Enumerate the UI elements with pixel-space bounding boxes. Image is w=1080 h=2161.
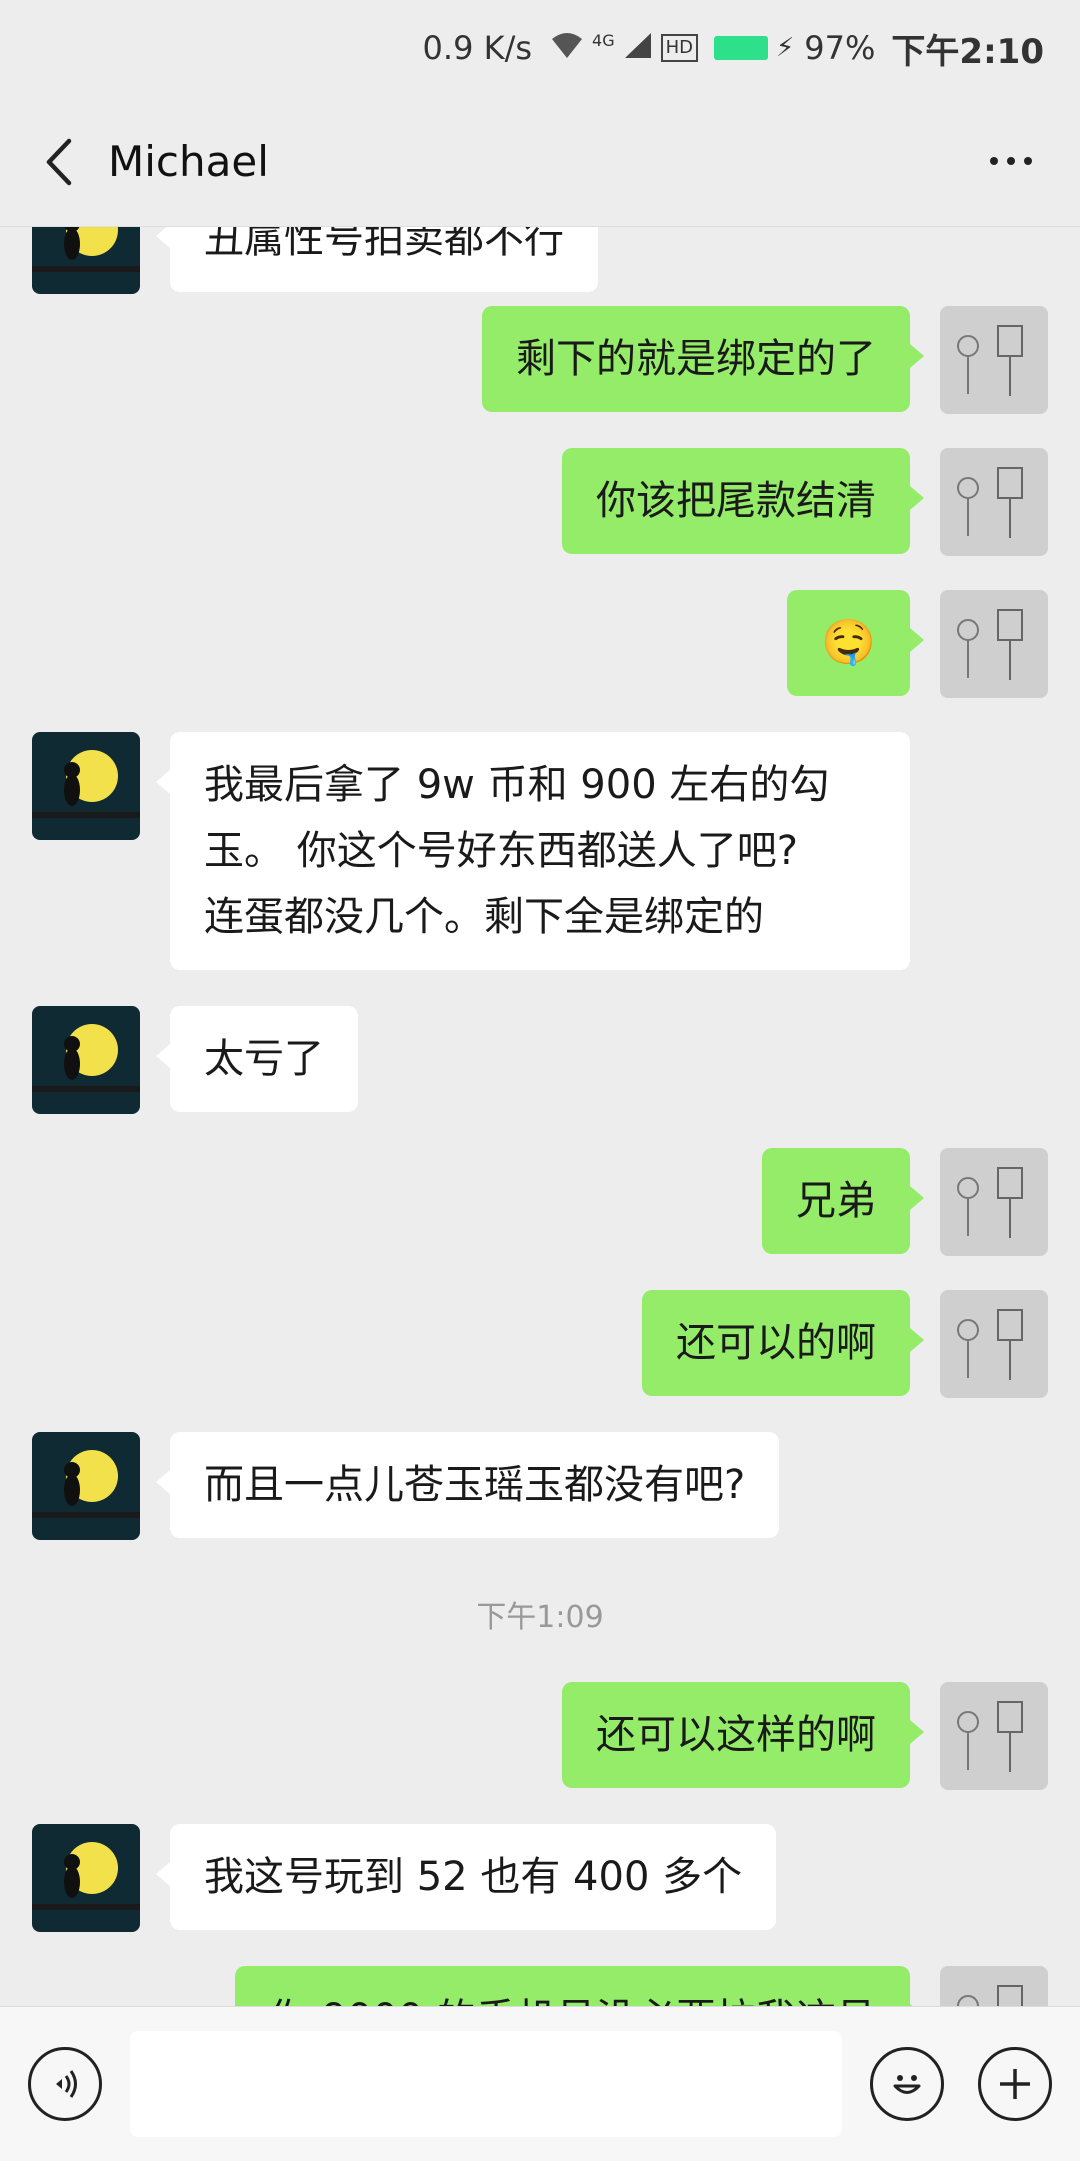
message-bubble-outgoing[interactable]: 剩下的就是绑定的了 xyxy=(482,306,924,412)
status-indicators: 0.9 K/s 4G HD ⚡ 97% 下午2:10 xyxy=(422,26,1044,72)
input-bar xyxy=(0,2006,1080,2161)
my-avatar[interactable] xyxy=(940,448,1048,556)
my-avatar[interactable] xyxy=(940,1148,1048,1256)
voice-icon xyxy=(56,2070,77,2098)
my-avatar[interactable] xyxy=(940,1682,1048,1790)
message-bubble-outgoing[interactable]: 兄弟 xyxy=(762,1148,924,1254)
signal-icon xyxy=(623,29,653,67)
message-timestamp: 下午1:09 xyxy=(476,1600,604,1635)
message-bubble-outgoing[interactable]: 还可以这样的啊 xyxy=(562,1682,924,1788)
battery-icon xyxy=(714,36,769,60)
status-bar: 0.9 K/s 4G HD ⚡ 97% 下午2:10 xyxy=(0,0,1080,96)
message-line: 连蛋都没几个。剩下全是绑定的 xyxy=(204,894,764,940)
message-line: 玉。 你这个号好东西都送人了吧? xyxy=(204,828,798,874)
back-button[interactable] xyxy=(30,132,90,192)
message-bubble-outgoing[interactable]: 你该把尾款结清 xyxy=(562,448,924,554)
wifi-icon xyxy=(550,29,584,67)
more-dots-icon xyxy=(990,157,998,165)
more-button[interactable] xyxy=(976,136,1046,186)
network-speed: 0.9 K/s xyxy=(422,29,533,67)
contact-avatar[interactable] xyxy=(32,732,140,840)
message-list[interactable]: 丑属性号拍卖都不行 剩下的就是绑定的了 你该把尾款结清 🤤 我最后拿了 9w 币… xyxy=(0,226,1080,2006)
message-bubble-outgoing[interactable]: 还可以的啊 xyxy=(642,1290,924,1396)
voice-button[interactable] xyxy=(28,2047,102,2121)
clock: 下午2:10 xyxy=(891,31,1044,72)
contact-avatar[interactable] xyxy=(32,1824,140,1932)
message-input[interactable] xyxy=(130,2031,842,2137)
chat-title: Michael xyxy=(108,137,269,186)
contact-avatar[interactable] xyxy=(32,1432,140,1540)
message-bubble-outgoing[interactable]: 🤤 xyxy=(787,590,924,696)
my-avatar[interactable] xyxy=(940,1290,1048,1398)
emoji-button[interactable] xyxy=(870,2047,944,2121)
my-avatar[interactable] xyxy=(940,306,1048,414)
charging-icon: ⚡ xyxy=(776,33,795,63)
contact-avatar[interactable] xyxy=(32,1006,140,1114)
message-bubble-incoming[interactable]: 我最后拿了 9w 币和 900 左右的勾 玉。 你这个号好东西都送人了吧? 连蛋… xyxy=(156,732,910,970)
message-bubble-incoming[interactable]: 丑属性号拍卖都不行 xyxy=(156,226,598,292)
contact-avatar[interactable] xyxy=(32,226,140,294)
my-avatar[interactable] xyxy=(940,1966,1048,2006)
battery-percent: 97% xyxy=(804,29,876,67)
plus-icon xyxy=(1000,2069,1030,2099)
message-bubble-incoming[interactable]: 太亏了 xyxy=(156,1006,358,1112)
network-type: 4G xyxy=(592,30,615,50)
my-avatar[interactable] xyxy=(940,590,1048,698)
message-line: 我最后拿了 9w 币和 900 左右的勾 xyxy=(204,762,830,808)
message-bubble-incoming[interactable]: 而且一点儿苍玉瑶玉都没有吧? xyxy=(155,1432,780,1538)
chevron-left-icon xyxy=(46,138,72,186)
more-functions-button[interactable] xyxy=(978,2047,1052,2121)
message-bubble-outgoing[interactable]: 你 9000 的手机号没必要拉我这号 xyxy=(234,1966,925,2006)
chat-header: Michael xyxy=(0,96,1080,227)
message-bubble-incoming[interactable]: 我这号玩到 52 也有 400 多个 xyxy=(155,1824,777,1930)
hd-badge: HD xyxy=(660,34,699,62)
emoji-icon xyxy=(893,2075,921,2094)
